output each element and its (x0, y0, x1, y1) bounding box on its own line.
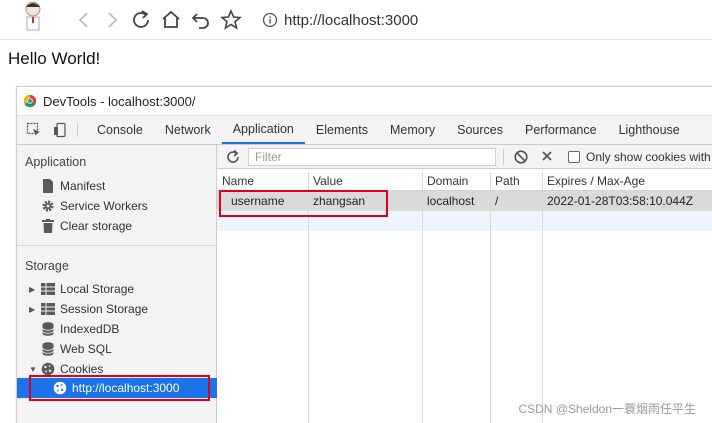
cookie-path-cell[interactable]: / (495, 194, 498, 208)
back-icon[interactable] (72, 8, 96, 32)
annotation-highlight-box (219, 190, 388, 217)
sidebar-item-label: Manifest (60, 179, 106, 193)
only-show-issues-checkbox[interactable] (568, 151, 580, 163)
sidebar-item-local-storage[interactable]: ▶ Local Storage (29, 279, 134, 299)
filter-input[interactable] (248, 148, 496, 166)
profile-avatar-icon[interactable] (18, 0, 48, 32)
cookies-toolbar: Only show cookies with (217, 145, 712, 169)
expand-arrow-icon[interactable]: ▶ (29, 285, 39, 294)
sidebar-item-label: Local Storage (60, 282, 135, 296)
clear-all-block-icon[interactable] (513, 149, 529, 165)
column-header-path[interactable]: Path (495, 174, 520, 188)
tab-lighthouse[interactable]: Lighthouse (608, 116, 691, 144)
chrome-logo-icon (23, 94, 37, 108)
browser-toolbar: http://localhost:3000 (0, 0, 712, 40)
tab-network[interactable]: Network (154, 116, 222, 144)
document-icon (41, 179, 55, 193)
reload-icon[interactable] (129, 8, 153, 32)
sidebar-item-label: IndexedDB (60, 322, 120, 336)
devtools-tab-bar: Console Network Application Elements Mem… (17, 115, 712, 145)
sidebar-item-label: Service Workers (60, 199, 148, 213)
tab-memory[interactable]: Memory (379, 116, 446, 144)
annotation-highlight-box (29, 375, 210, 401)
devtools-window: DevTools - localhost:3000/ Console Netwo… (16, 86, 712, 423)
sidebar-item-indexeddb[interactable]: IndexedDB (41, 319, 119, 339)
tab-bar-divider (77, 123, 78, 137)
tab-elements[interactable]: Elements (305, 116, 379, 144)
cookie-table-header: Name Value Domain Path Expires / Max-Age (217, 172, 712, 191)
collapse-arrow-icon[interactable]: ▼ (29, 365, 39, 374)
tab-application[interactable]: Application (221, 116, 305, 144)
sidebar-item-web-sql[interactable]: Web SQL (41, 339, 112, 359)
expand-arrow-icon[interactable]: ▶ (29, 305, 39, 314)
column-divider (422, 172, 423, 423)
forward-icon[interactable] (100, 8, 124, 32)
sidebar-item-manifest[interactable]: Manifest (41, 176, 105, 196)
sidebar-item-session-storage[interactable]: ▶ Session Storage (29, 299, 148, 319)
sidebar-divider (17, 245, 217, 246)
device-toolbar-icon[interactable] (49, 116, 71, 144)
tab-sources[interactable]: Sources (446, 116, 514, 144)
tab-console[interactable]: Console (86, 116, 154, 144)
cookies-panel: Only show cookies with Name Value Domain… (217, 145, 712, 423)
url-text[interactable]: http://localhost:3000 (284, 12, 418, 29)
cookie-domain-cell[interactable]: localhost (427, 194, 474, 208)
devtools-title: DevTools - localhost:3000/ (43, 93, 196, 109)
grid-storage-icon (41, 302, 55, 316)
column-header-name[interactable]: Name (222, 174, 254, 188)
column-header-value[interactable]: Value (313, 174, 343, 188)
page-content-text: Hello World! (8, 49, 101, 68)
sidebar-header-storage: Storage (25, 259, 69, 273)
inspect-element-icon[interactable] (23, 116, 45, 144)
grid-storage-icon (41, 282, 55, 296)
column-header-expires[interactable]: Expires / Max-Age (547, 174, 645, 188)
sidebar-item-label: Session Storage (60, 302, 149, 316)
sidebar-item-label: Cookies (60, 362, 104, 376)
address-bar[interactable]: http://localhost:3000 (262, 7, 418, 33)
database-icon (41, 322, 55, 336)
sidebar-item-label: Web SQL (60, 342, 112, 356)
cookie-expires-cell[interactable]: 2022-01-28T03:58:10.044Z (547, 194, 693, 208)
home-icon[interactable] (159, 8, 183, 32)
application-sidebar: Application Manifest Service Workers Cle… (17, 145, 217, 423)
devtools-titlebar: DevTools - localhost:3000/ (17, 87, 712, 115)
undo-icon[interactable] (189, 8, 213, 32)
bookmark-star-icon[interactable] (219, 8, 243, 32)
sidebar-header-application: Application (25, 155, 87, 169)
delete-selected-icon[interactable] (539, 148, 555, 164)
tab-performance[interactable]: Performance (514, 116, 608, 144)
column-header-domain[interactable]: Domain (427, 174, 468, 188)
trash-icon (41, 219, 55, 233)
toolbar-divider (503, 149, 504, 165)
only-show-issues-label: Only show cookies with (586, 150, 711, 164)
sidebar-item-service-workers[interactable]: Service Workers (41, 196, 148, 216)
gear-icon (41, 199, 55, 213)
cookie-icon (41, 362, 55, 376)
database-icon (41, 342, 55, 356)
site-info-icon[interactable] (262, 12, 278, 28)
column-divider (490, 172, 491, 423)
column-divider (542, 172, 543, 423)
sidebar-item-label: Clear storage (60, 219, 133, 233)
refresh-icon[interactable] (225, 149, 241, 165)
sidebar-item-clear-storage[interactable]: Clear storage (41, 216, 132, 236)
watermark-text: CSDN @Sheldon一蓑烟雨任平生 (518, 402, 696, 416)
